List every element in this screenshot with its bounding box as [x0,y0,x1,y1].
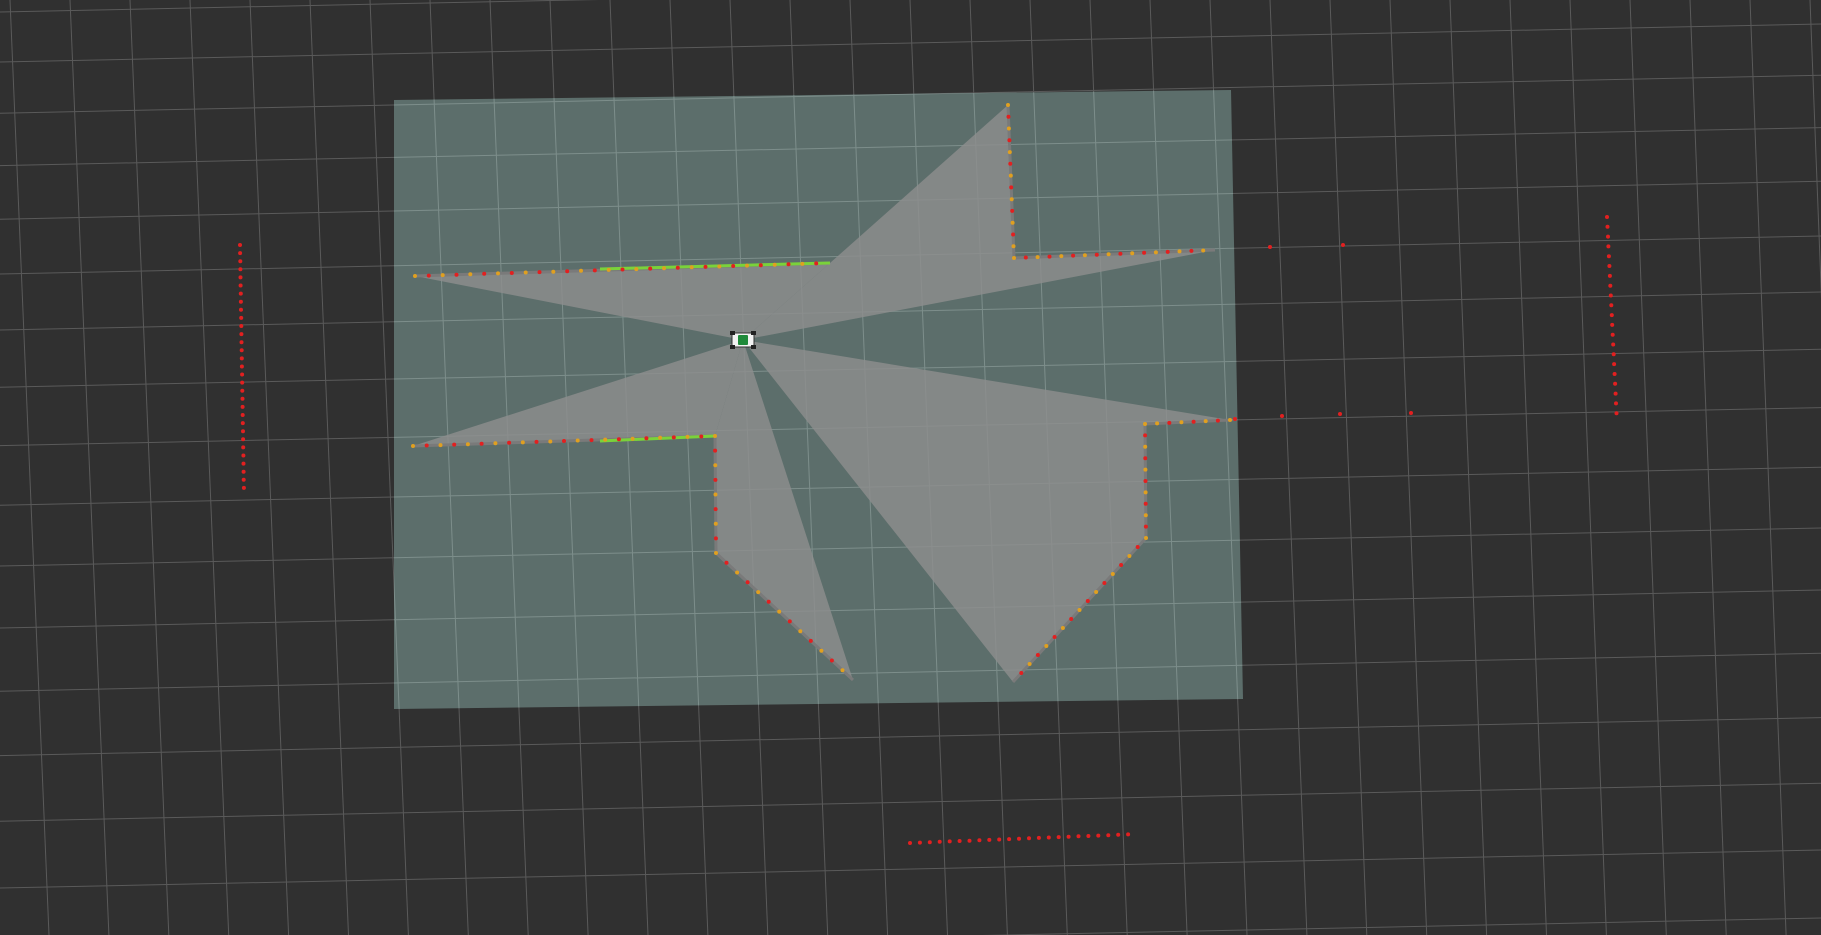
robot-car-icon[interactable] [730,331,756,349]
rviz-3d-viewport[interactable] [0,0,1821,935]
